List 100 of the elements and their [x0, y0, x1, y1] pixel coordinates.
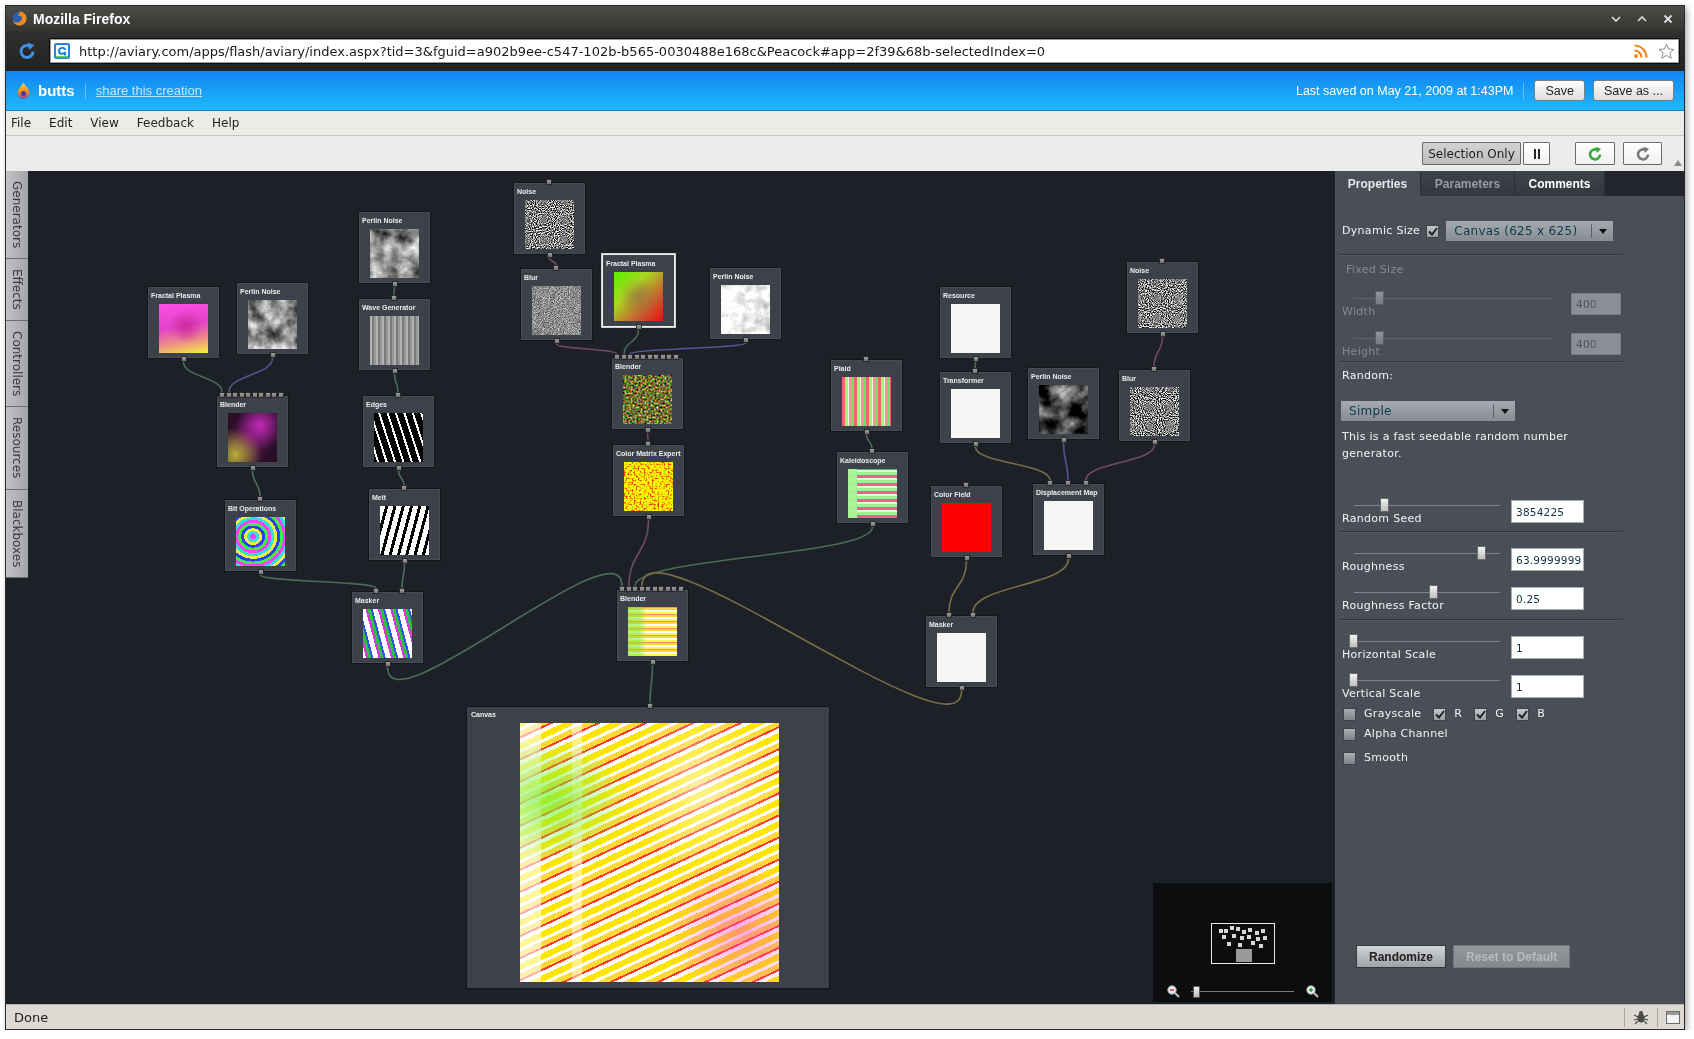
port-icon[interactable]: [553, 265, 559, 271]
panel-tab[interactable]: Properties: [1335, 171, 1421, 196]
pause-button[interactable]: [1523, 142, 1550, 165]
value-field[interactable]: 1: [1511, 675, 1584, 698]
menu-item[interactable]: Help: [212, 116, 240, 130]
port-icon[interactable]: [869, 521, 876, 527]
bug-icon[interactable]: [1633, 1009, 1649, 1025]
header-button[interactable]: Save: [1534, 80, 1585, 101]
port-icon[interactable]: [1065, 480, 1071, 486]
slider-thumb[interactable]: [1379, 498, 1389, 512]
slider-thumb[interactable]: [1192, 985, 1200, 998]
port-icon[interactable]: [635, 324, 642, 330]
port-icon[interactable]: [1083, 480, 1089, 486]
checkbox-label: Grayscale: [1364, 707, 1422, 721]
port-icon[interactable]: [1060, 437, 1067, 443]
zoom-in-icon[interactable]: [1305, 985, 1319, 998]
port-icon[interactable]: [391, 368, 398, 374]
reload-icon[interactable]: [17, 41, 37, 61]
zoom-out-icon[interactable]: [1166, 985, 1180, 998]
generator-dropdown[interactable]: Simple: [1340, 400, 1516, 422]
close-icon[interactable]: [1662, 12, 1674, 25]
panel-button[interactable]: Randomize: [1356, 945, 1446, 968]
port-icon[interactable]: [649, 659, 656, 665]
port-icon[interactable]: [742, 337, 749, 343]
port-icon[interactable]: [644, 427, 651, 433]
side-tab[interactable]: Controllers: [6, 321, 28, 408]
port-icon[interactable]: [391, 281, 398, 287]
port-icon[interactable]: [373, 588, 379, 594]
menu-item[interactable]: Feedback: [136, 116, 194, 130]
window-icon[interactable]: [1666, 1010, 1680, 1024]
port-icon[interactable]: [1151, 439, 1158, 445]
checkbox[interactable]: [1426, 224, 1440, 238]
port-icon[interactable]: [1151, 366, 1157, 372]
port-icon[interactable]: [395, 392, 401, 398]
side-tab[interactable]: Effects: [6, 259, 28, 321]
panel-tab[interactable]: Comments: [1515, 171, 1605, 196]
port-icon[interactable]: [180, 356, 187, 362]
checkbox[interactable]: [1474, 707, 1488, 721]
scroll-up-icon[interactable]: [1674, 160, 1682, 166]
refresh-button[interactable]: [1575, 142, 1615, 165]
port-icon[interactable]: [863, 356, 869, 362]
slider-thumb[interactable]: [1429, 585, 1439, 599]
slider-thumb[interactable]: [1477, 546, 1487, 560]
port-icon[interactable]: [972, 441, 979, 447]
port-icon[interactable]: [970, 612, 976, 618]
checkmark-icon: [1434, 709, 1445, 719]
value-field[interactable]: 1: [1511, 636, 1584, 659]
size-dropdown[interactable]: Canvas (625 x 625): [1445, 220, 1615, 242]
port-icon[interactable]: [1065, 553, 1072, 559]
port-icon[interactable]: [399, 588, 405, 594]
checkbox[interactable]: [1433, 707, 1447, 721]
slider-thumb[interactable]: [1349, 673, 1358, 687]
checkbox[interactable]: [1516, 707, 1530, 721]
port-icon[interactable]: [401, 485, 407, 491]
slider-thumb[interactable]: [1349, 634, 1358, 648]
port-icon[interactable]: [958, 685, 965, 691]
value-field[interactable]: 3854225: [1511, 500, 1584, 523]
port-icon[interactable]: [1159, 258, 1165, 264]
checkbox[interactable]: [1343, 707, 1356, 721]
menu-item[interactable]: Edit: [49, 116, 73, 130]
port-icon[interactable]: [546, 179, 552, 185]
connector-line: [251, 470, 261, 497]
slider-label: Random Seed: [1342, 512, 1422, 526]
star-icon[interactable]: [1658, 42, 1675, 60]
side-tab[interactable]: Generators: [6, 171, 28, 260]
menu-item[interactable]: File: [11, 116, 32, 130]
slider-label: Height: [1342, 345, 1381, 359]
port-icon[interactable]: [1047, 480, 1053, 486]
side-tab[interactable]: Blackboxes: [6, 489, 28, 578]
port-icon[interactable]: [249, 465, 256, 471]
port-icon[interactable]: [395, 465, 402, 471]
address-field[interactable]: http://aviary.com/apps/flash/aviary/index.aspx?tid=3&fguid=a902b9ee-c547-102b-b565-0030488e168c&Peacock#app=2f39&68b-selectedIndex=0: [49, 38, 1680, 64]
menu-item[interactable]: View: [90, 116, 119, 130]
connector-line: [228, 357, 274, 393]
port-icon[interactable]: [869, 448, 875, 454]
port-icon[interactable]: [963, 555, 970, 561]
url-text: http://aviary.com/apps/flash/aviary/index.aspx?tid=3&fguid=a902b9ee-c547-102b-b565-0030488e168c&Peacock#app=2f39&68b-selectedIndex=0: [79, 43, 1047, 59]
port-icon[interactable]: [946, 612, 952, 618]
port-icon[interactable]: [647, 703, 653, 709]
port-icon[interactable]: [863, 429, 870, 435]
checkbox[interactable]: [1343, 751, 1356, 765]
port-icon[interactable]: [1159, 331, 1166, 337]
port-icon[interactable]: [645, 441, 651, 447]
refresh-button[interactable]: [1623, 142, 1662, 165]
port-icon[interactable]: [963, 482, 969, 488]
port-icon[interactable]: [401, 558, 408, 564]
checkbox[interactable]: [1343, 727, 1356, 741]
port-icon[interactable]: [384, 661, 391, 667]
side-tab[interactable]: Resources: [6, 407, 28, 490]
port-icon[interactable]: [391, 295, 397, 301]
value-field[interactable]: 0.25: [1511, 587, 1584, 610]
header-button[interactable]: Save as ...: [1592, 80, 1674, 101]
port-icon[interactable]: [553, 338, 560, 344]
port-icon[interactable]: [257, 569, 264, 575]
port-icon[interactable]: [257, 496, 263, 502]
port-icon[interactable]: [645, 514, 652, 520]
value-field[interactable]: 63.9999999: [1511, 548, 1584, 571]
selection-only-button[interactable]: Selection Only: [1422, 142, 1521, 165]
connector-line: [393, 286, 396, 296]
port-icon[interactable]: [269, 352, 276, 358]
